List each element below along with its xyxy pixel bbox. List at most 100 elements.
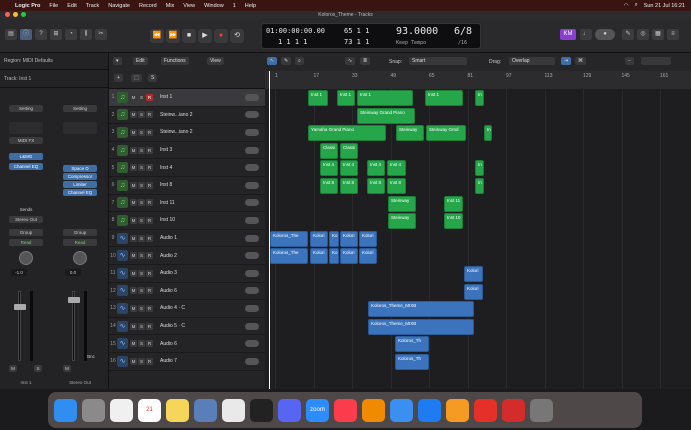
discord-icon[interactable] bbox=[278, 398, 301, 422]
record-enable-button[interactable]: R bbox=[146, 146, 153, 154]
midi-region[interactable]: Classi bbox=[320, 142, 338, 159]
user-badge[interactable]: KM bbox=[560, 29, 576, 40]
catch-button[interactable]: ⇥ bbox=[561, 57, 572, 65]
tracks-menu-icon[interactable]: ▾ bbox=[113, 57, 122, 65]
track-row[interactable]: 16 ∿ M S R Audio 7 bbox=[109, 353, 265, 371]
track-row[interactable]: 15 ∿ M S R Audio 6 bbox=[109, 335, 265, 353]
record-enable-button[interactable]: R bbox=[146, 287, 153, 295]
mute-button[interactable]: M bbox=[130, 287, 137, 295]
track-name[interactable]: Audio 4 · C bbox=[160, 305, 245, 311]
midi-region[interactable]: Inst 1 bbox=[337, 90, 355, 106]
menu-view[interactable]: View bbox=[183, 3, 195, 9]
midi-region[interactable]: Inst 4 bbox=[320, 160, 338, 177]
record-enable-button[interactable]: R bbox=[146, 111, 153, 119]
mute-button[interactable]: M bbox=[130, 322, 137, 330]
track-name[interactable]: Audio 5 · C bbox=[160, 323, 245, 329]
note-pad-button[interactable]: ✎ bbox=[622, 29, 634, 40]
quicktime-icon[interactable] bbox=[390, 398, 413, 422]
track-volume-slider[interactable] bbox=[245, 93, 259, 101]
library-button[interactable]: ▤ bbox=[5, 29, 17, 40]
track-name[interactable]: Inst 11 bbox=[160, 200, 245, 206]
cycle-icon[interactable]: ⟲ bbox=[230, 29, 244, 43]
track-volume-slider[interactable] bbox=[245, 111, 259, 119]
solo-button[interactable]: S bbox=[138, 322, 145, 330]
volume-fader[interactable] bbox=[18, 291, 21, 361]
setting-button-2[interactable]: Setting bbox=[63, 105, 97, 112]
chrome-icon[interactable] bbox=[222, 398, 245, 422]
bar-ruler[interactable]: 1 17 33 49 65 81 97 113 129 145 161 bbox=[265, 71, 691, 89]
midi-region[interactable]: Steinway Grnd bbox=[426, 125, 466, 142]
midi-region[interactable]: Inst 4 bbox=[387, 160, 406, 177]
record-enable-button[interactable]: R bbox=[146, 181, 153, 189]
track-row[interactable]: 12 ∿ M S R Audio 6 bbox=[109, 283, 265, 301]
align-tool[interactable]: ≣ bbox=[360, 57, 371, 65]
group-slot-2[interactable]: Group bbox=[63, 229, 97, 236]
solo-button[interactable]: S bbox=[138, 93, 145, 101]
solo-button[interactable]: S bbox=[138, 199, 145, 207]
record-enable-button[interactable]: R bbox=[146, 234, 153, 242]
mute-button[interactable]: M bbox=[130, 128, 137, 136]
waveform-icon[interactable]: ∿ bbox=[117, 355, 128, 367]
midi-region[interactable]: Inst 8 bbox=[320, 178, 338, 194]
midi-region[interactable]: Steinway bbox=[388, 195, 416, 212]
midi-region[interactable]: Yamaha Grand Piano bbox=[308, 125, 386, 142]
menu-1[interactable]: 1 bbox=[233, 3, 236, 9]
solo-button[interactable]: S bbox=[138, 111, 145, 119]
mute-button[interactable]: M bbox=[130, 111, 137, 119]
audio-region[interactable]: Kolori bbox=[340, 248, 358, 265]
waveform-icon[interactable]: ∿ bbox=[117, 320, 128, 332]
pencil-tool[interactable]: ✎ bbox=[281, 57, 292, 65]
logic-icon[interactable] bbox=[250, 398, 273, 422]
track-volume-slider[interactable] bbox=[245, 181, 259, 189]
track-name[interactable]: Audio 3 bbox=[160, 270, 245, 276]
waveform-icon[interactable]: ∿ bbox=[117, 250, 128, 262]
automation-read[interactable]: Read bbox=[9, 239, 43, 246]
mute-button[interactable]: M bbox=[130, 181, 137, 189]
creative-cloud-icon[interactable] bbox=[474, 398, 497, 422]
midi-region[interactable]: Inst 11 bbox=[444, 195, 463, 212]
pages-icon[interactable] bbox=[446, 398, 469, 422]
midi-region[interactable]: Steinway Grand Piano bbox=[357, 107, 415, 124]
track-name[interactable]: Inst 4 bbox=[160, 165, 245, 171]
track-volume-slider[interactable] bbox=[245, 199, 259, 207]
record-enable-button[interactable]: R bbox=[146, 252, 153, 260]
instrument-icon[interactable]: ♫ bbox=[117, 179, 128, 191]
waveform-zoom[interactable]: ⌘ bbox=[575, 57, 586, 65]
volume-value[interactable]: -1.0 bbox=[11, 269, 27, 276]
solo-button[interactable]: S bbox=[138, 287, 145, 295]
track-row[interactable]: 8 ♫ M S R Inst 10 bbox=[109, 212, 265, 230]
solo-button[interactable]: S bbox=[138, 234, 145, 242]
record-enable-button[interactable]: R bbox=[146, 340, 153, 348]
midi-region[interactable]: Classi bbox=[340, 142, 358, 159]
waveform-icon[interactable]: ∿ bbox=[117, 338, 128, 350]
mute-button[interactable]: M bbox=[130, 199, 137, 207]
midi-region[interactable]: Inst 1 bbox=[308, 90, 328, 106]
mute-button[interactable]: M bbox=[130, 216, 137, 224]
track-volume-slider[interactable] bbox=[245, 357, 259, 365]
eq-display[interactable] bbox=[9, 122, 43, 134]
solo-button[interactable]: S bbox=[34, 365, 42, 372]
inspector-button[interactable]: ⓘ bbox=[20, 29, 32, 40]
smart-controls-button[interactable]: ◔ bbox=[65, 29, 77, 40]
calendar-icon[interactable]: 21 bbox=[138, 398, 161, 422]
audio-region[interactable]: Kolori bbox=[310, 230, 328, 247]
waveform-icon[interactable]: ∿ bbox=[117, 285, 128, 297]
instrument-slot[interactable]: L&MG bbox=[9, 153, 43, 160]
close-window-icon[interactable] bbox=[5, 12, 10, 17]
automation-read-2[interactable]: Read bbox=[63, 239, 97, 246]
audio-region[interactable]: Koloros_Th bbox=[395, 336, 429, 353]
solo-button[interactable]: S bbox=[138, 128, 145, 136]
track-volume-slider[interactable] bbox=[245, 322, 259, 330]
record-enable-button[interactable]: R bbox=[146, 164, 153, 172]
solo-button[interactable]: S bbox=[138, 216, 145, 224]
record-enable-button[interactable]: R bbox=[146, 93, 153, 101]
photos-icon[interactable] bbox=[110, 398, 133, 422]
rewind-icon[interactable]: ⏪ bbox=[150, 29, 164, 43]
track-row[interactable]: 1 ♫ M S R Inst 1 bbox=[109, 89, 265, 107]
track-volume-slider[interactable] bbox=[245, 164, 259, 172]
instrument-icon[interactable]: ♫ bbox=[117, 197, 128, 209]
inspector-region-header[interactable]: Region: MIDI Defaults bbox=[4, 58, 53, 64]
waveform-icon[interactable]: ∿ bbox=[117, 267, 128, 279]
track-row[interactable]: 5 ♫ M S R Inst 4 bbox=[109, 159, 265, 177]
group-slot[interactable]: Group bbox=[9, 229, 43, 236]
